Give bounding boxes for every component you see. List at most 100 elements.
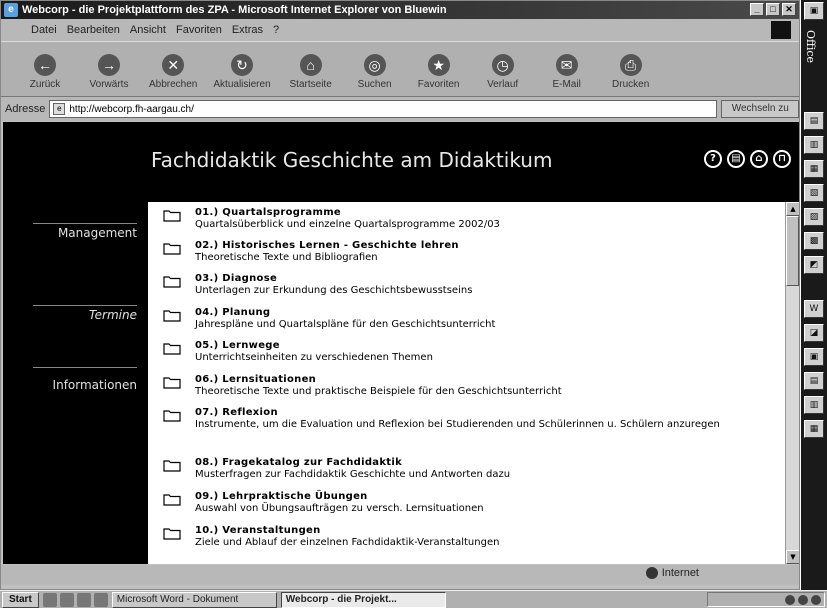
folder-title[interactable]: 01.) Quartalsprogramme [195, 207, 500, 219]
tray-icon[interactable] [798, 594, 808, 605]
tray-icon[interactable] [811, 594, 821, 605]
folder-entry[interactable]: 01.) Quartalsprogramme Quartalsüberblick … [163, 207, 783, 231]
taskbar-button-webcorp[interactable]: Webcorp - die Projekt... [280, 591, 446, 608]
outlook-icon[interactable] [76, 592, 91, 607]
office-shortcut-button[interactable]: ▥ [804, 396, 824, 414]
folder-icon [163, 209, 181, 222]
folder-entry[interactable]: 08.) Fragekatalog zur Fachdidaktik Muster… [163, 457, 783, 481]
office-shortcut-button[interactable]: ▣ [804, 348, 824, 366]
folder-title[interactable]: 07.) Reflexion [195, 407, 720, 419]
folder-entry[interactable]: 03.) Diagnose Unterlagen zur Erkundung de… [163, 273, 783, 297]
folder-icon [163, 376, 181, 389]
office-shortcut-button[interactable]: ▧ [804, 184, 824, 202]
office-shortcut-button[interactable]: ▣ [804, 2, 824, 20]
scroll-thumb[interactable] [786, 216, 799, 286]
nav-divider [33, 223, 137, 224]
menu-file[interactable]: Datei [31, 24, 57, 36]
channel-icon[interactable] [93, 592, 108, 607]
history-button[interactable]: ◷ Verlauf [479, 54, 527, 90]
folder-title[interactable]: 02.) Historisches Lernen - Geschichte le… [195, 240, 459, 252]
office-shortcut-button[interactable]: ▨ [804, 208, 824, 226]
folder-icon [163, 459, 181, 472]
help-icon[interactable]: ? [704, 150, 722, 168]
menu-favorites[interactable]: Favoriten [176, 24, 222, 36]
office-shortcut-button[interactable]: ▦ [804, 420, 824, 438]
folder-title[interactable]: 10.) Veranstaltungen [195, 525, 499, 537]
refresh-button[interactable]: ↻ Aktualisieren [213, 54, 271, 90]
minimize-button[interactable]: _ [750, 3, 764, 16]
system-tray [707, 592, 825, 607]
folder-description: Musterfragen zur Fachdidaktik Geschichte… [195, 469, 511, 480]
desktop-icon[interactable] [42, 592, 57, 607]
office-shortcut-button[interactable]: ▤ [804, 112, 824, 130]
menu-tools[interactable]: Extras [232, 24, 263, 36]
office-shortcut-button[interactable]: ▥ [804, 136, 824, 154]
print-icon: ⎙ [619, 54, 642, 76]
address-bar: Adresse e http://webcorp.fh-aargau.ch/ W… [1, 97, 799, 121]
folder-entry[interactable]: 05.) Lernwege Unterrichtseinheiten zu ver… [163, 340, 783, 364]
mail-button[interactable]: ✉ E-Mail [543, 54, 591, 90]
taskbar: Start Microsoft Word - Dokument Webcorp … [0, 590, 827, 608]
ie-icon[interactable] [59, 592, 74, 607]
maximize-button[interactable]: □ [766, 3, 780, 16]
folder-icon [163, 242, 181, 255]
menu-edit[interactable]: Bearbeiten [67, 24, 120, 36]
toolbar: ← Zurück → Vorwärts ✕ Abbrechen ↻ Aktualisie… [1, 41, 799, 97]
office-shortcut-bar: Office ▣ ▤ ▥ ▦ ▧ ▨ ▩ ◩ W ◪ ▣ ▤ ▥ ▦ [801, 0, 827, 590]
folder-entry[interactable]: 04.) Planung Jahrespläne und Quartalsplän… [163, 307, 783, 331]
stop-button[interactable]: ✕ Abbrechen [149, 54, 197, 90]
favorites-button[interactable]: ★ Favoriten [415, 54, 463, 90]
search-button[interactable]: ◎ Suchen [351, 54, 399, 90]
folder-entry[interactable]: 09.) Lehrpraktische Übungen Auswahl von Ü… [163, 491, 783, 515]
print-icon[interactable]: ▤ [727, 150, 745, 168]
office-shortcut-button[interactable]: ▤ [804, 372, 824, 390]
office-shortcut-button[interactable]: ◪ [804, 324, 824, 342]
go-button[interactable]: Wechseln zu [721, 100, 799, 118]
folder-title[interactable]: 04.) Planung [195, 307, 495, 319]
start-button[interactable]: Start [2, 591, 39, 608]
home-icon[interactable]: ⌂ [750, 150, 768, 168]
title-bar: e Webcorp - die Projektplattform des ZPA… [1, 1, 799, 19]
folder-icon [163, 409, 181, 422]
close-button[interactable]: ✕ [782, 3, 796, 16]
history-icon: ◷ [491, 54, 514, 76]
logout-icon[interactable]: ⊓ [773, 150, 791, 168]
menu-help[interactable]: ? [273, 24, 279, 36]
folder-entry[interactable]: 06.) Lernsituationen Theoretische Texte u… [163, 374, 783, 398]
folder-title[interactable]: 08.) Fragekatalog zur Fachdidaktik [195, 457, 510, 469]
print-button[interactable]: ⎙ Drucken [607, 54, 655, 90]
tray-icon[interactable] [785, 594, 795, 605]
folder-title[interactable]: 06.) Lernsituationen [195, 374, 562, 386]
nav-informationen[interactable]: Informationen [3, 378, 143, 392]
folder-entry-text: 06.) Lernsituationen Theoretische Texte u… [195, 374, 562, 398]
status-bar: Internet [1, 565, 799, 585]
folder-entry[interactable]: 02.) Historisches Lernen - Geschichte le… [163, 240, 783, 264]
forward-button[interactable]: → Vorwärts [85, 54, 133, 90]
folder-entry[interactable]: 10.) Veranstaltungen Ziele und Ablauf der… [163, 525, 783, 549]
left-navigation: Management Termine Informationen [3, 202, 148, 564]
folder-icon [163, 493, 181, 506]
office-shortcut-button[interactable]: ◩ [804, 256, 824, 274]
menu-view[interactable]: Ansicht [130, 24, 166, 36]
globe-icon [645, 567, 658, 579]
folder-title[interactable]: 09.) Lehrpraktische Übungen [195, 491, 484, 503]
folder-title[interactable]: 03.) Diagnose [195, 273, 472, 285]
nav-termine[interactable]: Termine [3, 308, 143, 322]
search-icon: ◎ [363, 54, 386, 76]
word-icon[interactable]: W [804, 300, 824, 318]
scroll-up-arrow[interactable]: ▲ [786, 202, 799, 216]
folder-description: Theoretische Texte und praktische Beispi… [195, 386, 562, 397]
home-button[interactable]: ⌂ Startseite [287, 54, 335, 90]
address-input[interactable]: e http://webcorp.fh-aargau.ch/ [49, 100, 718, 118]
scroll-down-arrow[interactable]: ▼ [786, 550, 799, 564]
vertical-scrollbar[interactable]: ▲ ▼ [785, 202, 799, 564]
back-button[interactable]: ← Zurück [21, 54, 69, 90]
office-shortcut-button[interactable]: ▩ [804, 232, 824, 250]
office-shortcut-button[interactable]: ▦ [804, 160, 824, 178]
folder-description: Instrumente, um die Evaluation und Refle… [195, 419, 720, 430]
taskbar-button-word[interactable]: Microsoft Word - Dokument [111, 591, 277, 608]
folder-entry[interactable]: 07.) Reflexion Instrumente, um die Evalua… [163, 407, 783, 431]
nav-management[interactable]: Management [3, 226, 143, 240]
folder-icon [163, 275, 181, 288]
folder-title[interactable]: 05.) Lernwege [195, 340, 433, 352]
